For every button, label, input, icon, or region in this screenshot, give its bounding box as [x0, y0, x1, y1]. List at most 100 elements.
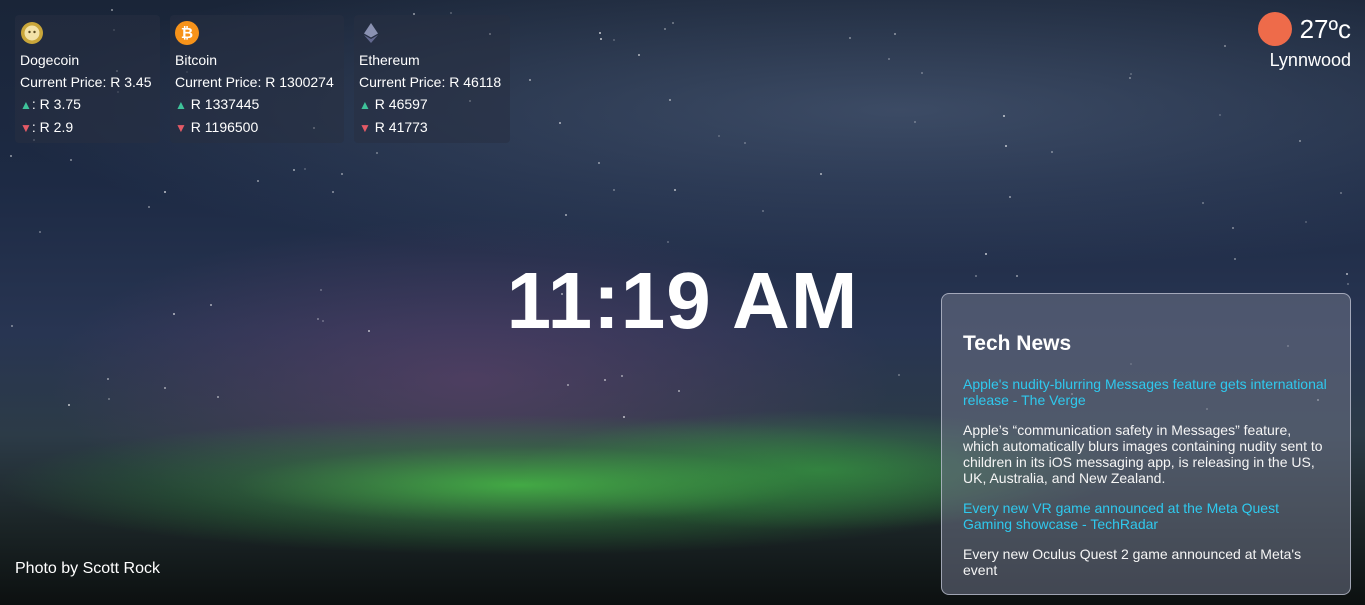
coin-name: Bitcoin [175, 52, 218, 68]
star [1232, 227, 1234, 229]
ethereum-icon [364, 23, 378, 43]
star [1130, 73, 1132, 75]
star [1009, 196, 1011, 198]
coin-high: ▲ R 46597 [359, 93, 505, 116]
coin-name: Dogecoin [20, 52, 80, 68]
star [39, 231, 41, 233]
star [669, 99, 671, 101]
dogecoin-icon [21, 22, 43, 44]
star [1299, 140, 1301, 142]
news-headline-link[interactable]: Every new VR game announced at the Meta … [963, 500, 1330, 532]
coin-low: ▼ R 41773 [359, 116, 505, 139]
star [667, 241, 669, 243]
temperature: 27ºc [1299, 13, 1351, 44]
coin-name: Ethereum [359, 52, 420, 68]
star [678, 390, 680, 392]
star [894, 33, 896, 35]
arrow-down-icon: ▼ [175, 121, 187, 135]
news-summary: Apple’s “communication safety in Message… [963, 422, 1323, 486]
star [559, 122, 561, 124]
star [604, 379, 606, 381]
star [1219, 114, 1221, 116]
weather-current: 27ºc [1257, 12, 1351, 46]
star [148, 206, 150, 208]
news-summary: Every new Oculus Quest 2 game announced … [963, 546, 1302, 578]
star [567, 384, 569, 386]
coin-current-price: Current Price: R 3.45 [20, 74, 152, 90]
star [164, 191, 166, 193]
star [450, 12, 452, 14]
star [341, 173, 343, 175]
crypto-widgets: Dogecoin Current Price: R 3.45 ▲: R 3.75… [15, 15, 510, 143]
star [921, 72, 923, 74]
coin-current-price: Current Price: R 46118 [359, 74, 502, 90]
star [332, 191, 334, 193]
star [598, 162, 600, 164]
star [613, 39, 615, 41]
star [613, 189, 615, 191]
star [1224, 45, 1226, 47]
coin-low-value: R 41773 [370, 119, 428, 135]
bitcoin-icon: ₿ [175, 21, 199, 45]
photo-credit[interactable]: Photo by Scott Rock [15, 560, 160, 578]
coin-card-bitcoin: ₿ Bitcoin Current Price: R 1300274 ▲ R 1… [170, 15, 344, 143]
star [849, 37, 851, 39]
star [529, 79, 531, 81]
star [1129, 77, 1131, 79]
coin-high-value: R 1337445 [186, 96, 260, 112]
star [664, 28, 666, 30]
coin-high: ▲ R 1337445 [175, 93, 339, 116]
star [600, 38, 602, 40]
star [376, 152, 378, 154]
star [1340, 192, 1342, 194]
coin-high-value: : R 3.75 [31, 96, 81, 112]
star [638, 54, 640, 56]
star [599, 32, 601, 34]
coin-high-value: R 46597 [370, 96, 428, 112]
star [1202, 202, 1204, 204]
star [672, 22, 674, 24]
star [257, 180, 259, 182]
star [565, 214, 567, 216]
coin-card-dogecoin: Dogecoin Current Price: R 3.45 ▲: R 3.75… [15, 15, 160, 143]
star [898, 374, 900, 376]
news-title: Tech News [963, 332, 1072, 355]
star [762, 210, 764, 212]
sun-icon [1257, 12, 1292, 46]
news-headline-link[interactable]: Apple's nudity-blurring Messages feature… [963, 376, 1330, 408]
star [888, 58, 890, 60]
star [293, 169, 295, 171]
star [1305, 221, 1307, 223]
arrow-down-icon: ▼ [20, 121, 32, 135]
coin-low-value: R 1196500 [186, 119, 259, 135]
arrow-up-icon: ▲ [175, 98, 187, 112]
arrow-down-icon: ▼ [359, 121, 371, 135]
star [10, 155, 12, 157]
arrow-up-icon: ▲ [20, 98, 32, 112]
star [107, 378, 109, 380]
star [68, 404, 70, 406]
star [744, 142, 746, 144]
star [914, 121, 916, 123]
coin-current-price: Current Price: R 1300274 [175, 74, 334, 90]
tech-news-panel: Tech News Apple's nudity-blurring Messag… [941, 293, 1351, 595]
weather-widget: 27ºc Lynnwood [1257, 12, 1351, 71]
star [217, 396, 219, 398]
star [304, 168, 306, 170]
coin-low-value: : R 2.9 [31, 119, 74, 135]
coin-card-ethereum: Ethereum Current Price: R 46118 ▲ R 4659… [354, 15, 510, 143]
star [108, 398, 110, 400]
star [674, 189, 676, 191]
star [820, 173, 822, 175]
arrow-up-icon: ▲ [359, 98, 371, 112]
star [621, 375, 623, 377]
star [1005, 145, 1007, 147]
star [1051, 151, 1053, 153]
star [718, 135, 720, 137]
star [70, 159, 72, 161]
star [1003, 115, 1005, 117]
star [164, 387, 166, 389]
star [111, 9, 113, 11]
weather-location: Lynnwood [1269, 50, 1351, 70]
star [623, 416, 625, 418]
